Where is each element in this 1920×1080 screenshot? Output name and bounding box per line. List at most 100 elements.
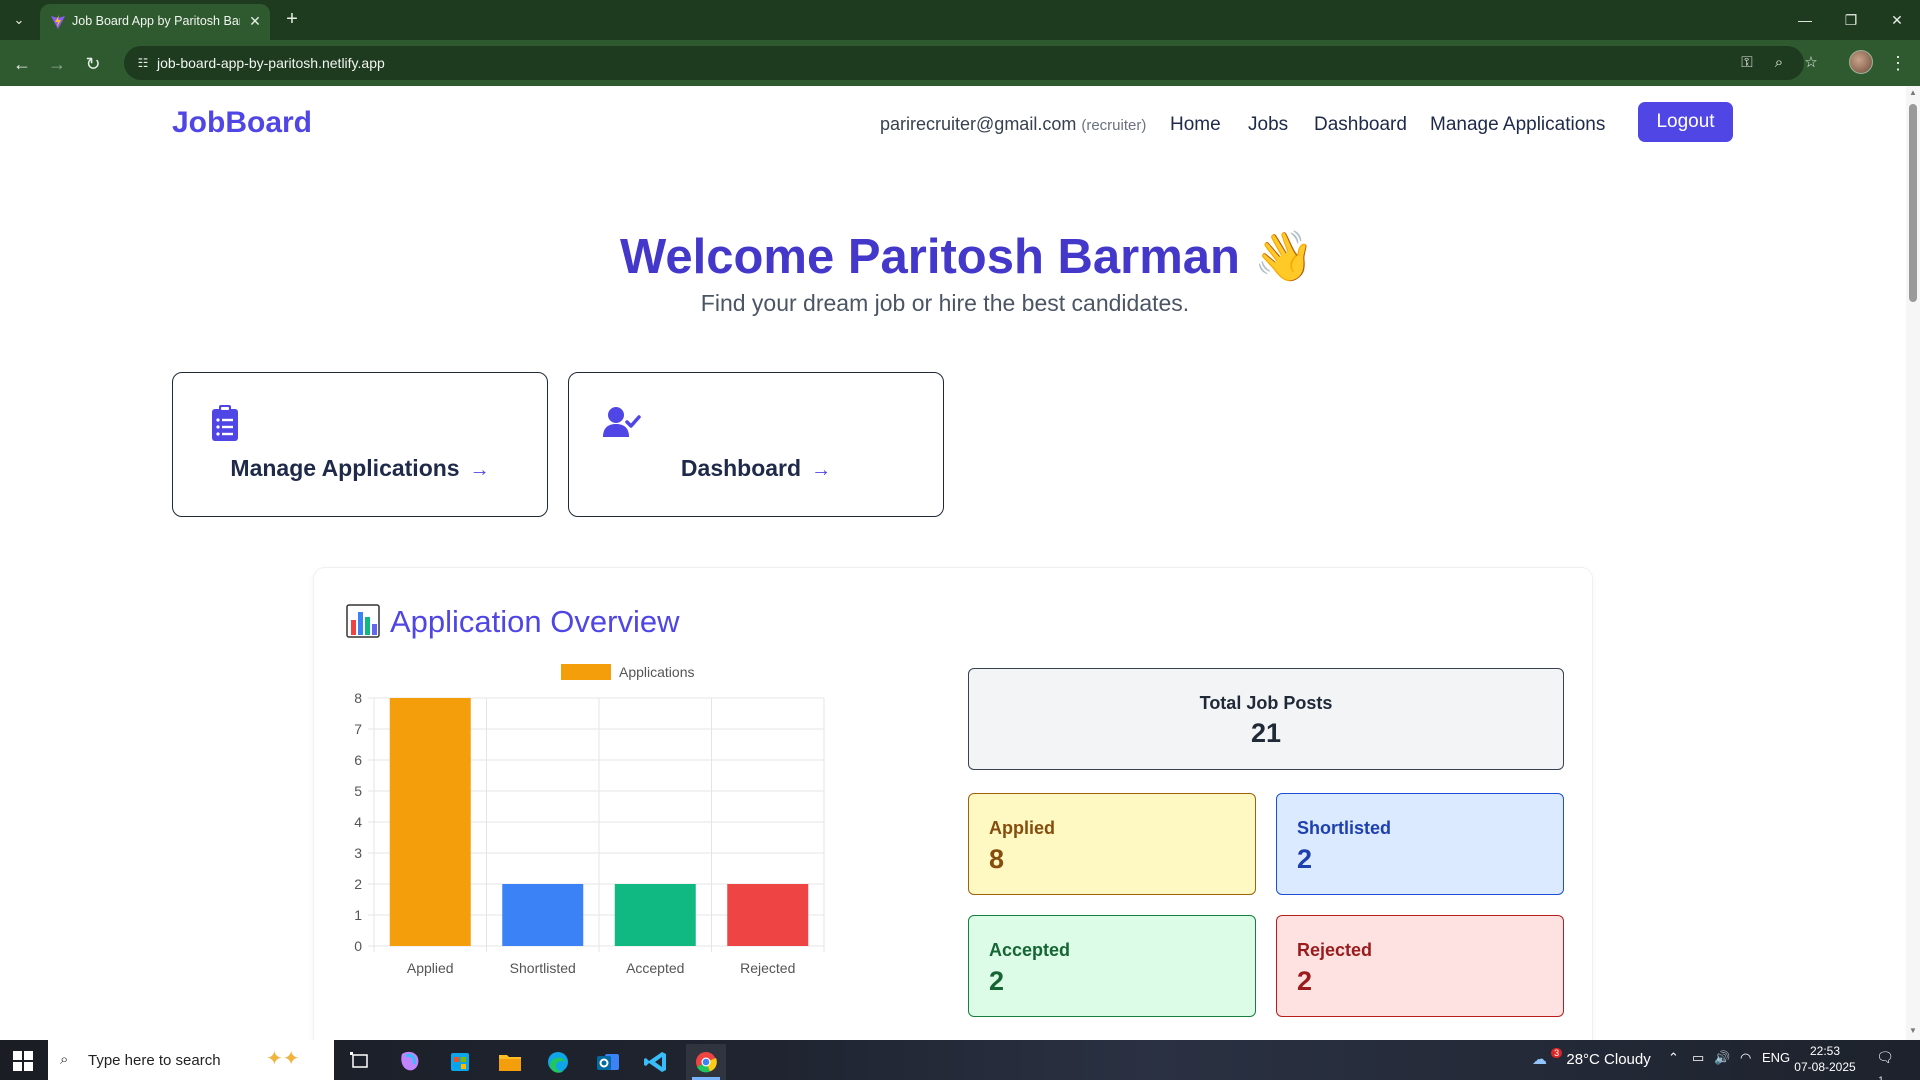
y-tick-label: 0	[354, 938, 362, 954]
browser-tab[interactable]: Job Board App by Paritosh Barman ✕	[40, 4, 270, 40]
wifi-icon[interactable]: ◠	[1740, 1050, 1751, 1066]
browser-titlebar: ⌄ Job Board App by Paritosh Barman ✕ + —…	[0, 0, 1920, 40]
bookmark-star-icon[interactable]: ☆	[1800, 52, 1822, 74]
y-tick-label: 5	[354, 783, 362, 799]
nav-manage-applications[interactable]: Manage Applications	[1430, 114, 1605, 136]
forward-icon[interactable]: →	[44, 51, 70, 77]
task-view-icon[interactable]	[340, 1044, 380, 1080]
search-highlight-icon: ✦✦	[266, 1048, 300, 1070]
bar	[502, 884, 584, 946]
manage-applications-card[interactable]: Manage Applications →	[172, 372, 548, 517]
close-window-button[interactable]: ✕	[1874, 6, 1920, 34]
manage-applications-card-text: Manage Applications	[230, 455, 460, 481]
new-tab-button[interactable]: +	[280, 8, 304, 32]
y-tick-label: 1	[354, 907, 362, 923]
arrow-right-icon: →	[811, 459, 832, 481]
notification-count: 1	[1878, 1075, 1884, 1080]
url-text[interactable]: job-board-app-by-paritosh.netlify.app	[157, 55, 385, 71]
rejected-stat-card: Rejected 2	[1276, 915, 1564, 1017]
x-tick-label: Shortlisted	[510, 960, 576, 976]
shortlisted-label: Shortlisted	[1297, 818, 1392, 838]
applications-bar-chart: 0 1 2 3 4 5 6 7 8 Applied Shortlisted Accepted Rejec…	[354, 664, 825, 976]
accepted-value: 2	[989, 966, 1005, 996]
user-check-icon	[603, 407, 641, 437]
battery-icon[interactable]: ▭	[1692, 1050, 1704, 1066]
user-role: (recruiter)	[1081, 117, 1147, 134]
search-icon: ⌕	[60, 1051, 69, 1068]
microsoft-store-icon[interactable]	[440, 1044, 480, 1080]
page-scrollbar[interactable]: ▲ ▼	[1906, 86, 1920, 1040]
windows-taskbar: ⌕ Type here to search ✦✦ ☁ 3 28°C Cloudy…	[0, 1040, 1920, 1080]
dashboard-card-text: Dashboard	[680, 455, 802, 481]
show-hidden-icons[interactable]: ⌃	[1668, 1050, 1679, 1066]
reload-icon[interactable]: ↻	[80, 51, 106, 77]
legend-label: Applications	[619, 664, 695, 680]
x-tick-label: Applied	[407, 960, 454, 976]
total-job-posts-value: 21	[1250, 718, 1282, 748]
accepted-stat-card: Accepted 2	[968, 915, 1256, 1017]
shortlisted-value: 2	[1297, 844, 1313, 874]
x-tick-label: Accepted	[626, 960, 684, 976]
profile-avatar[interactable]	[1849, 50, 1873, 74]
scroll-thumb[interactable]	[1909, 104, 1917, 302]
zoom-icon[interactable]: ⌕	[1768, 52, 1790, 74]
applied-label: Applied	[989, 818, 1055, 838]
file-explorer-icon[interactable]	[490, 1044, 530, 1080]
tab-search-button[interactable]: ⌄	[6, 8, 32, 32]
restore-button[interactable]: ❐	[1828, 6, 1874, 34]
dashboard-card[interactable]: Dashboard →	[568, 372, 944, 517]
rejected-value: 2	[1297, 966, 1313, 996]
nav-home[interactable]: Home	[1170, 114, 1221, 136]
notification-center-icon[interactable]: 🗨1	[1874, 1049, 1896, 1080]
cloud-icon: ☁	[1532, 1051, 1547, 1068]
bar	[727, 884, 809, 946]
bar	[389, 698, 471, 946]
clock-date: 07-08-2025	[1794, 1060, 1856, 1074]
total-job-posts-card: Total Job Posts 21	[968, 668, 1564, 770]
outlook-icon[interactable]	[588, 1044, 628, 1080]
web-page: JobBoard parirecruiter@gmail.com (recrui…	[0, 86, 1906, 1040]
logout-button[interactable]: Logout	[1638, 102, 1733, 142]
tab-title: Job Board App by Paritosh Barman	[72, 14, 240, 28]
windows-start-icon[interactable]	[10, 1048, 36, 1074]
applied-stat-card: Applied 8	[968, 793, 1256, 895]
scroll-up-icon[interactable]: ▲	[1909, 88, 1917, 97]
dashboard-card-label: Dashboard →	[569, 455, 943, 482]
accepted-label: Accepted	[989, 940, 1071, 960]
address-bar[interactable]: ☷ job-board-app-by-paritosh.netlify.app …	[124, 46, 1818, 80]
site-settings-icon[interactable]: ☷	[134, 54, 152, 72]
chrome-icon[interactable]	[686, 1044, 726, 1080]
overview-title: Application Overview	[390, 604, 680, 639]
taskbar-search[interactable]: ⌕ Type here to search ✦✦	[48, 1040, 334, 1080]
welcome-subtitle: Find your dream job or hire the best can…	[700, 290, 1190, 316]
x-tick-label: Rejected	[740, 960, 795, 976]
scroll-down-icon[interactable]: ▼	[1909, 1026, 1917, 1035]
weather-widget[interactable]: ☁ 3 28°C Cloudy	[1532, 1048, 1651, 1068]
welcome-title: Welcome Paritosh Barman 👋	[620, 230, 1315, 284]
weather-badge: 3	[1551, 1048, 1563, 1058]
shortlisted-stat-card: Shortlisted 2	[1276, 793, 1564, 895]
tab-close-icon[interactable]: ✕	[246, 12, 264, 30]
minimize-button[interactable]: —	[1782, 6, 1828, 34]
clock[interactable]: 22:53 07-08-2025	[1790, 1043, 1860, 1075]
language-indicator[interactable]: ENG	[1762, 1050, 1790, 1065]
legend-swatch	[561, 664, 611, 680]
y-tick-label: 8	[354, 690, 362, 706]
copilot-icon[interactable]	[390, 1044, 430, 1080]
y-tick-label: 3	[354, 845, 362, 861]
vite-favicon-icon	[51, 15, 65, 29]
brand-logo[interactable]: JobBoard	[172, 106, 312, 140]
application-overview-panel: Application Overview 0 1 2 3 4 5 6 7 8 Applied Sho…	[313, 567, 1593, 1040]
arrow-right-icon: →	[469, 459, 490, 481]
browser-menu-icon[interactable]: ⋮	[1886, 50, 1910, 76]
nav-dashboard[interactable]: Dashboard	[1314, 114, 1407, 136]
edge-browser-icon[interactable]	[538, 1044, 578, 1080]
nav-jobs[interactable]: Jobs	[1248, 114, 1288, 136]
y-tick-label: 7	[354, 721, 362, 737]
back-icon[interactable]: ←	[9, 51, 35, 77]
volume-icon[interactable]: 🔊	[1714, 1050, 1730, 1066]
user-info: parirecruiter@gmail.com (recruiter)	[880, 114, 1146, 135]
vscode-icon[interactable]	[636, 1044, 676, 1080]
password-key-icon[interactable]: ⚿	[1736, 52, 1758, 74]
bar	[614, 884, 696, 946]
